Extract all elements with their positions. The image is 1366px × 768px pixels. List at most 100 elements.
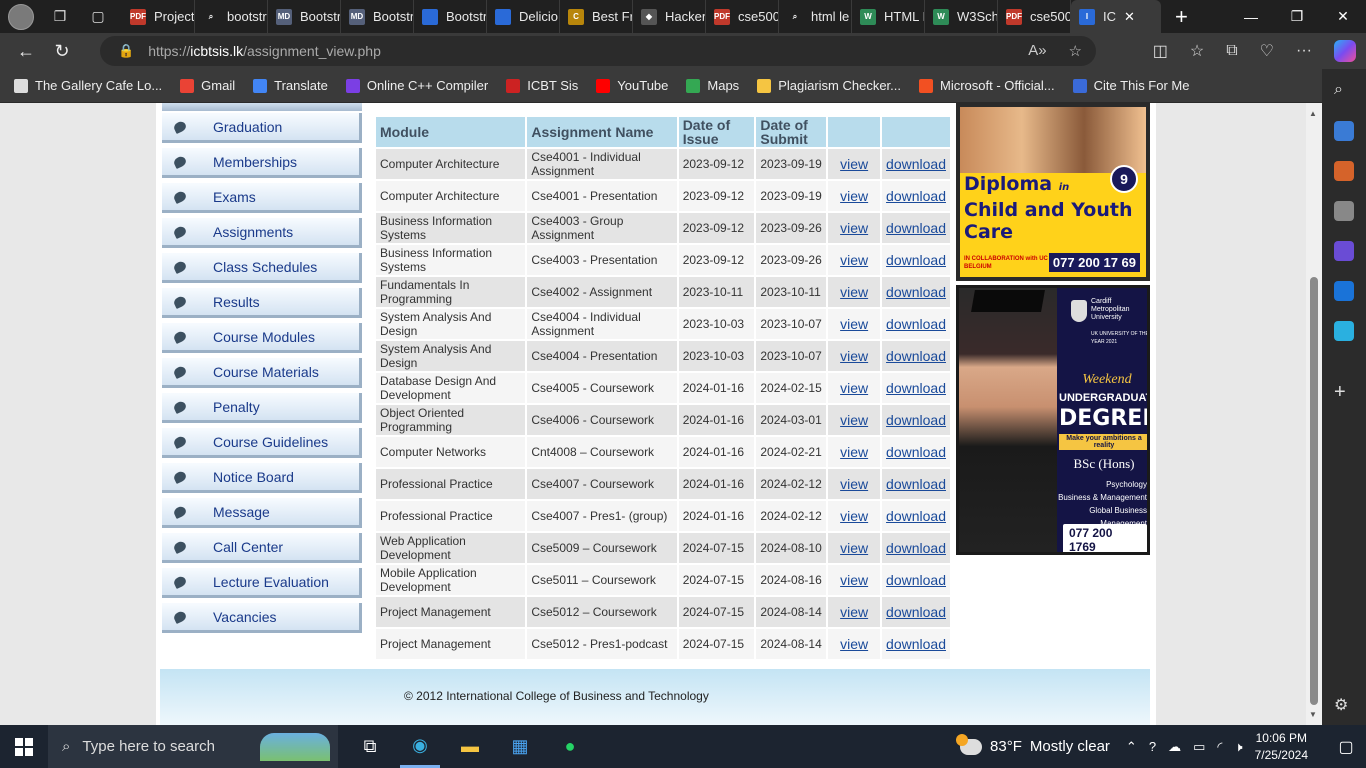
view-link[interactable]: view — [840, 284, 868, 300]
download-link[interactable]: download — [886, 316, 946, 332]
browser-tab[interactable]: MD Bootstr — [341, 0, 414, 33]
sidebar-item-assignments[interactable]: Assignments — [162, 218, 362, 248]
download-link[interactable]: download — [886, 540, 946, 556]
download-link[interactable]: download — [886, 572, 946, 588]
edge-browser-icon[interactable]: ◉ — [400, 725, 440, 768]
browser-tab[interactable]: Delicio — [487, 0, 560, 33]
profile-avatar[interactable] — [8, 3, 34, 30]
collections-icon[interactable]: ⧉ — [1226, 42, 1237, 60]
view-link[interactable]: view — [840, 572, 868, 588]
download-link[interactable]: download — [886, 348, 946, 364]
wifi-icon[interactable]: ◜ — [1217, 739, 1222, 755]
close-window-icon[interactable]: ✕ — [1320, 0, 1366, 33]
sidebar-item-penalty[interactable]: Penalty — [162, 393, 362, 423]
task-view-icon[interactable]: ⧉ — [350, 725, 390, 768]
download-link[interactable]: download — [886, 380, 946, 396]
view-link[interactable]: view — [840, 188, 868, 204]
browser-tab[interactable]: ◆ Hacker — [633, 0, 706, 33]
people-icon[interactable] — [1334, 201, 1354, 221]
browser-tab[interactable]: ⌕ html le — [779, 0, 852, 33]
download-link[interactable]: download — [886, 220, 946, 236]
copilot-icon[interactable] — [1334, 40, 1356, 62]
send-icon[interactable] — [1334, 321, 1354, 341]
chevron-up-icon[interactable]: ⌃ — [1126, 739, 1137, 755]
read-aloud-icon[interactable]: A» — [1028, 42, 1046, 60]
taskbar-search[interactable]: ⌕ Type here to search — [48, 725, 338, 768]
download-link[interactable]: download — [886, 412, 946, 428]
view-link[interactable]: view — [840, 636, 868, 652]
battery-icon[interactable]: ▭ — [1193, 739, 1205, 755]
sidebar-item-graduation[interactable]: Graduation — [162, 113, 362, 143]
bookmark-item[interactable]: The Gallery Cafe Lo... — [14, 78, 162, 93]
sidebar-item-call-center[interactable]: Call Center — [162, 533, 362, 563]
download-link[interactable]: download — [886, 636, 946, 652]
view-link[interactable]: view — [840, 540, 868, 556]
browser-tab[interactable]: W HTML I — [852, 0, 925, 33]
view-link[interactable]: view — [840, 348, 868, 364]
view-link[interactable]: view — [840, 412, 868, 428]
microsoft-store-icon[interactable]: ▦ — [500, 725, 540, 768]
page-scrollbar[interactable]: ▲ ▼ — [1306, 103, 1322, 725]
close-tab-icon[interactable]: ✕ — [1124, 9, 1135, 25]
bookmark-item[interactable]: ICBT Sis — [506, 78, 578, 93]
sidebar-item-memberships[interactable]: Memberships — [162, 148, 362, 178]
browser-tab[interactable]: ⌕ bootstr — [195, 0, 268, 33]
bookmark-item[interactable]: Gmail — [180, 78, 235, 93]
browser-tab[interactable]: PDF Project — [122, 0, 195, 33]
add-icon[interactable]: + — [1334, 381, 1354, 403]
view-link[interactable]: view — [840, 380, 868, 396]
search-icon[interactable]: ⌕ — [1334, 81, 1354, 101]
download-link[interactable]: download — [886, 156, 946, 172]
new-tab-icon[interactable]: + — [1175, 4, 1188, 30]
sidebar-item-class-schedules[interactable]: Class Schedules — [162, 253, 362, 283]
view-link[interactable]: view — [840, 508, 868, 524]
sidebar-item-vacancies[interactable]: Vacancies — [162, 603, 362, 633]
sidebar-item-course-materials[interactable]: Course Materials — [162, 358, 362, 388]
bookmark-item[interactable]: YouTube — [596, 78, 668, 93]
workspaces-icon[interactable]: ❐ — [46, 3, 74, 31]
scroll-thumb[interactable] — [1310, 277, 1318, 705]
file-explorer-icon[interactable]: ▬ — [450, 725, 490, 768]
tab-actions-icon[interactable]: ▢ — [84, 3, 112, 31]
sidebar-item-results[interactable]: Results — [162, 288, 362, 318]
bookmark-item[interactable]: Maps — [686, 78, 739, 93]
browser-tab[interactable]: PDF cse500 — [706, 0, 779, 33]
view-link[interactable]: view — [840, 604, 868, 620]
tag-icon[interactable] — [1334, 121, 1354, 141]
download-link[interactable]: download — [886, 188, 946, 204]
download-link[interactable]: download — [886, 604, 946, 620]
view-link[interactable]: view — [840, 316, 868, 332]
whatsapp-icon[interactable]: ● — [550, 725, 590, 768]
more-menu-icon[interactable]: ··· — [1296, 42, 1312, 60]
settings-gear-icon[interactable]: ⚙ — [1334, 695, 1354, 715]
sidebar-item-lecture-evaluation[interactable]: Lecture Evaluation — [162, 568, 362, 598]
browser-tab[interactable]: Bootstr — [414, 0, 487, 33]
onedrive-icon[interactable]: ☁ — [1168, 739, 1181, 755]
notification-icon[interactable]: ▢ — [1326, 737, 1366, 757]
download-link[interactable]: download — [886, 444, 946, 460]
browser-tab[interactable]: C Best Fr — [560, 0, 633, 33]
bookmark-item[interactable]: Plagiarism Checker... — [757, 78, 901, 93]
favorite-star-icon[interactable]: ☆ — [1069, 42, 1082, 60]
download-link[interactable]: download — [886, 284, 946, 300]
view-link[interactable]: view — [840, 444, 868, 460]
clock[interactable]: 10:06 PM 7/25/2024 — [1255, 730, 1308, 764]
bookmark-item[interactable]: Microsoft - Official... — [919, 78, 1055, 93]
bookmark-item[interactable]: Online C++ Compiler — [345, 78, 488, 93]
url-input[interactable]: 🔒 https://icbtsis.lk/assignment_view.php… — [100, 36, 1096, 66]
download-link[interactable]: download — [886, 476, 946, 492]
view-link[interactable]: view — [840, 252, 868, 268]
weather-widget[interactable]: 83°F Mostly clear — [956, 733, 1110, 755]
view-link[interactable]: view — [840, 476, 868, 492]
refresh-icon[interactable]: ↻ — [44, 36, 80, 66]
view-link[interactable]: view — [840, 156, 868, 172]
favorites-icon[interactable]: ☆ — [1190, 41, 1204, 61]
start-button[interactable] — [0, 725, 48, 768]
bookmark-item[interactable]: Translate — [253, 78, 328, 93]
minimize-icon[interactable]: — — [1228, 0, 1274, 33]
bookmark-item[interactable]: Cite This For Me — [1072, 78, 1189, 93]
restore-icon[interactable]: ❐ — [1274, 0, 1320, 33]
sidebar-item-notice-board[interactable]: Notice Board — [162, 463, 362, 493]
view-link[interactable]: view — [840, 220, 868, 236]
split-screen-icon[interactable]: ◫ — [1153, 41, 1168, 61]
